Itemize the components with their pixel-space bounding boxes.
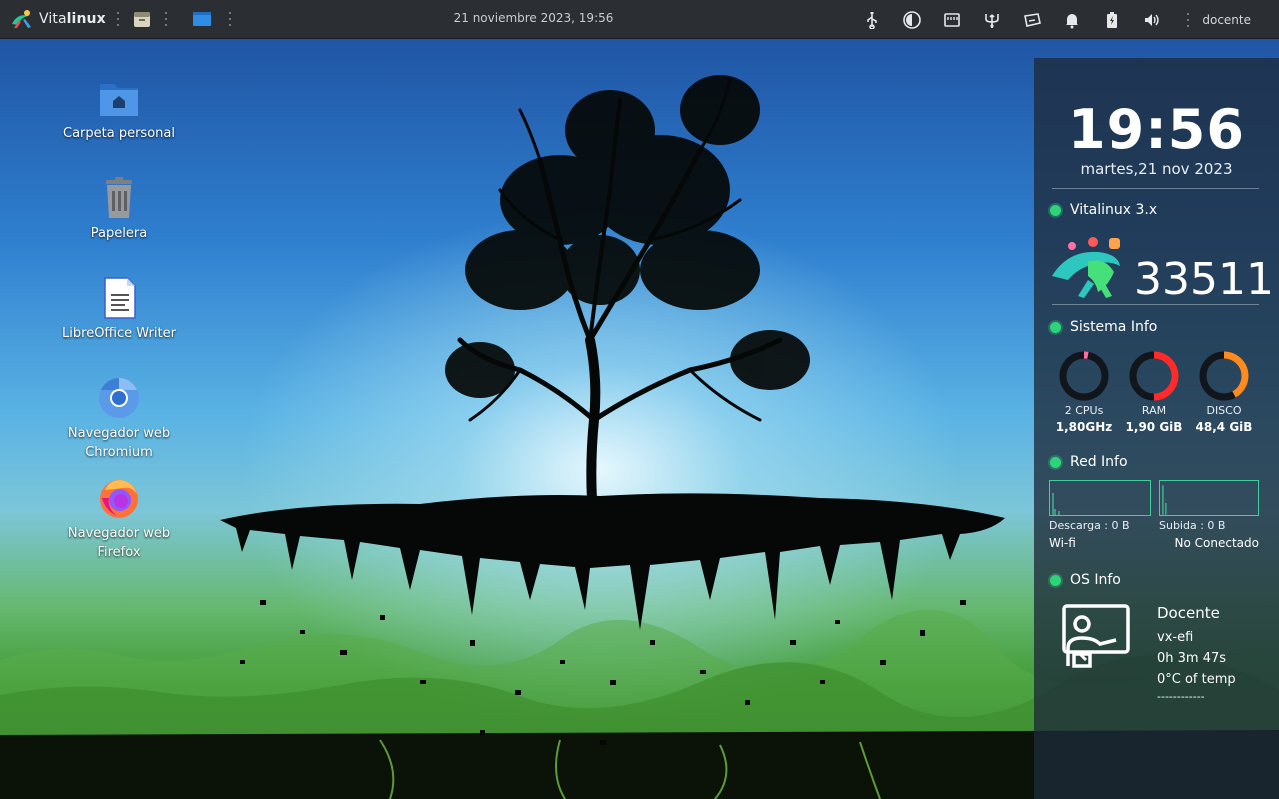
trident-icon[interactable] (972, 0, 1012, 39)
desktop-icon-writer[interactable]: LibreOffice Writer (59, 276, 179, 343)
libreoffice-writer-icon (104, 277, 136, 319)
chromium-icon (99, 378, 139, 418)
notification-bell-icon[interactable] (1052, 0, 1092, 39)
desktop-icon-trash[interactable]: Papelera (59, 176, 179, 243)
desktop-icon-label: Navegador web Chromium (67, 426, 171, 460)
network-interface: Wi-fi (1049, 536, 1076, 550)
cpu-gauge: 2 CPUs 1,80GHz (1049, 350, 1119, 434)
conky-widget: 19:56 martes,21 nov 2023 Vitalinux 3.x 3… (1034, 58, 1279, 799)
top-panel: Vitalinux 21 noviembre 2023, 19:56 docen… (0, 0, 1279, 39)
desktop-icon-chromium[interactable]: Navegador web Chromium (59, 376, 179, 462)
section-network: Red Info (1050, 454, 1128, 470)
firefox-icon (100, 480, 138, 518)
gauge-label: RAM (1141, 404, 1167, 417)
divider (1052, 188, 1259, 189)
disk-gauge: DISCO 48,4 GiB (1189, 350, 1259, 434)
keyboard-icon[interactable] (1012, 0, 1052, 39)
ring-gauge (1059, 351, 1109, 401)
trash-icon (106, 177, 132, 218)
gauge-label: DISCO (1206, 404, 1242, 417)
section-title: Red Info (1070, 454, 1128, 470)
conky-clock: 19:56 (1068, 98, 1245, 161)
teacher-board-icon (1062, 604, 1130, 668)
gauge-value: 1,80GHz (1055, 420, 1113, 434)
gauge-value: 48,4 GiB (1195, 420, 1253, 434)
section-os: OS Info (1050, 572, 1121, 588)
section-title: Vitalinux 3.x (1070, 202, 1158, 218)
vitalinux-runner-logo-icon (1052, 237, 1120, 298)
status-dot-icon (1050, 456, 1061, 468)
battery-charging-icon[interactable] (1092, 0, 1132, 39)
upload-graph (1159, 480, 1259, 516)
section-vitalinux: Vitalinux 3.x (1050, 202, 1157, 218)
desktop-icon-label: LibreOffice Writer (62, 326, 176, 341)
panel-separator (1186, 12, 1190, 27)
night-light-icon[interactable] (892, 0, 932, 39)
ram-gauge: RAM 1,90 GiB (1119, 350, 1189, 434)
conky-date: martes,21 nov 2023 (1080, 160, 1233, 178)
desktop-icon-label: Carpeta personal (63, 126, 175, 141)
usb-icon[interactable] (852, 0, 892, 39)
os-user: Docente (1157, 604, 1220, 622)
desktop-icon-label: Papelera (90, 226, 148, 241)
section-title: Sistema Info (1070, 319, 1158, 335)
user-menu[interactable]: docente (1202, 13, 1251, 27)
volume-icon[interactable] (1132, 0, 1172, 39)
gauge-label: 2 CPUs (1064, 404, 1104, 417)
os-host: vx-efi (1157, 630, 1194, 645)
ring-gauge (1199, 351, 1249, 401)
desktop-icon-firefox[interactable]: Navegador web Firefox (59, 476, 179, 562)
ring-gauge (1129, 351, 1179, 401)
desktop-icon-label: Navegador web Firefox (67, 526, 171, 560)
system-tray: docente (852, 0, 1279, 39)
os-footer-line: ------------ (1157, 690, 1205, 703)
os-uptime: 0h 3m 47s (1157, 651, 1227, 666)
status-dot-icon (1050, 574, 1061, 586)
vitalinux-id: 33511 (1134, 254, 1274, 305)
status-dot-icon (1050, 321, 1061, 333)
download-rate: Descarga : 0 B (1049, 519, 1130, 532)
network-card-icon[interactable] (932, 0, 972, 39)
upload-rate: Subida : 0 B (1159, 519, 1226, 532)
os-temperature: 0°C of temp (1157, 672, 1236, 687)
network-status: No Conectado (1174, 536, 1259, 550)
section-title: OS Info (1070, 572, 1121, 588)
divider (1052, 304, 1259, 305)
section-system: Sistema Info (1050, 319, 1157, 335)
home-folder-icon (100, 84, 138, 116)
gauge-value: 1,90 GiB (1125, 420, 1183, 434)
status-dot-icon (1050, 204, 1061, 216)
download-graph (1049, 480, 1151, 516)
desktop-icon-home[interactable]: Carpeta personal (59, 76, 179, 143)
